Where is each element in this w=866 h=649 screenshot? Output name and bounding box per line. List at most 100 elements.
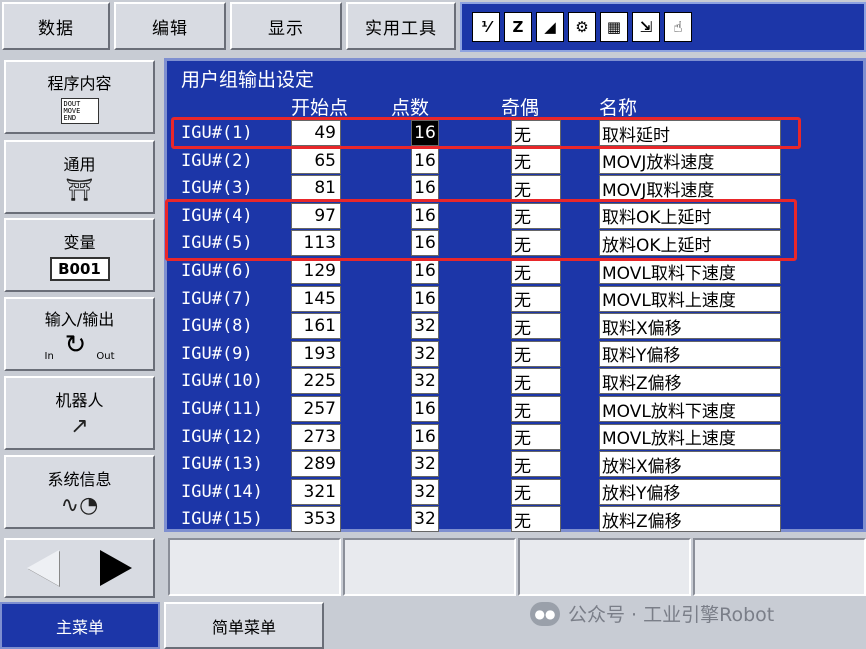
points-field[interactable]: 16: [411, 147, 439, 174]
menu-edit[interactable]: 编辑: [114, 2, 226, 50]
start-point-field[interactable]: 257: [291, 396, 341, 422]
top-menu-bar: 数据 编辑 显示 实用工具 ⅟ Z ◢ ⚙ ▦ ⇲ ☝: [0, 0, 866, 56]
menu-data[interactable]: 数据: [2, 2, 110, 50]
table-row: IGU#(8) 161 32 无 取料X偏移: [167, 313, 866, 340]
name-field[interactable]: 放料OK上延时: [599, 230, 781, 257]
table-row: IGU#(5) 113 16 无 放料OK上延时: [167, 230, 866, 257]
start-point-field[interactable]: 161: [291, 313, 341, 340]
row-id: IGU#(6): [181, 261, 253, 281]
points-field[interactable]: 16: [411, 258, 439, 284]
start-point-field[interactable]: 289: [291, 451, 341, 478]
general-button[interactable]: 通用 ⛩: [4, 140, 155, 214]
row-id: IGU#(14): [181, 481, 263, 502]
name-field[interactable]: 取料X偏移: [599, 313, 781, 340]
points-field[interactable]: 32: [411, 478, 439, 505]
name-field[interactable]: MOVJ取料速度: [599, 175, 781, 202]
start-point-field[interactable]: 97: [291, 202, 341, 229]
start-point-field[interactable]: 145: [291, 285, 341, 312]
name-field[interactable]: MOVL放料下速度: [599, 396, 781, 422]
name-field[interactable]: 取料Y偏移: [599, 340, 781, 367]
start-point-field[interactable]: 225: [291, 368, 341, 395]
variable-button[interactable]: 变量 B001: [4, 218, 155, 292]
table-row: IGU#(7) 145 16 无 MOVL取料上速度: [167, 285, 866, 313]
watermark-text: 公众号 · 工业引擎Robot: [568, 604, 775, 626]
points-field[interactable]: 32: [411, 451, 439, 478]
table-row: IGU#(13) 289 32 无 放料X偏移: [167, 451, 866, 478]
points-field[interactable]: 16: [411, 230, 439, 257]
program-document-icon: DOUT MOVE END: [60, 98, 99, 124]
main-menu-tab[interactable]: 主菜单: [0, 602, 160, 649]
table-row: IGU#(10) 225 32 无 取料Z偏移: [167, 368, 866, 395]
gears-icon: ⚙: [568, 12, 596, 42]
points-field[interactable]: 32: [411, 313, 439, 340]
parity-field[interactable]: 无: [511, 396, 561, 422]
points-field[interactable]: 16: [411, 396, 439, 422]
parity-field[interactable]: 无: [511, 423, 561, 450]
start-point-field[interactable]: 113: [291, 230, 341, 257]
points-field[interactable]: 32: [411, 340, 439, 367]
row-id: IGU#(4): [181, 205, 253, 226]
screen-arrow-icon: ⇲: [632, 12, 660, 42]
message-cell: [343, 538, 516, 596]
row-id: IGU#(1): [181, 123, 253, 143]
name-field[interactable]: 取料Z偏移: [599, 368, 781, 395]
table-row: IGU#(4) 97 16 无 取料OK上延时: [167, 202, 866, 230]
parity-field[interactable]: 无: [511, 175, 561, 202]
row-id: IGU#(12): [181, 426, 263, 447]
start-point-field[interactable]: 129: [291, 258, 341, 284]
system-info-button[interactable]: 系统信息 ∿◔: [4, 455, 155, 529]
menu-display[interactable]: 显示: [230, 2, 342, 50]
wechat-icon: ●●: [530, 601, 560, 626]
prev-page-icon[interactable]: [26, 550, 59, 586]
program-content-button[interactable]: 程序内容 DOUT MOVE END: [4, 60, 155, 134]
parity-field[interactable]: 无: [511, 478, 561, 505]
points-field[interactable]: 16: [411, 423, 439, 450]
parity-field[interactable]: 无: [511, 230, 561, 257]
simple-menu-tab[interactable]: 简单菜单: [164, 602, 324, 649]
start-point-field[interactable]: 65: [291, 147, 341, 174]
io-label: 输入/输出: [44, 310, 115, 329]
io-button[interactable]: 输入/输出 In ↻ Out: [4, 297, 155, 371]
start-point-field[interactable]: 81: [291, 175, 341, 202]
cycle-1-2-icon: ⅟: [472, 12, 500, 42]
system-info-label: 系统信息: [47, 470, 112, 489]
robot-button[interactable]: 机器人 ↗: [4, 376, 155, 450]
teach-pendant-screen: 数据 编辑 显示 实用工具 ⅟ Z ◢ ⚙ ▦ ⇲ ☝ 程序内容 DOUT MOVE END 通…: [0, 0, 866, 649]
name-field[interactable]: 放料Y偏移: [599, 478, 781, 505]
parity-field[interactable]: 无: [511, 258, 561, 284]
parity-field[interactable]: 无: [511, 285, 561, 312]
parity-field[interactable]: 无: [511, 202, 561, 229]
parity-field[interactable]: 无: [511, 368, 561, 395]
row-id: IGU#(7): [181, 288, 253, 309]
program-content-label: 程序内容: [47, 74, 112, 93]
name-field[interactable]: MOVL取料下速度: [599, 258, 781, 284]
start-point-field[interactable]: 321: [291, 478, 341, 505]
parity-field[interactable]: 无: [511, 313, 561, 340]
name-field[interactable]: MOVJ放料速度: [599, 147, 781, 174]
row-id: IGU#(11): [181, 399, 263, 419]
name-field[interactable]: MOVL放料上速度: [599, 423, 781, 450]
menu-utility[interactable]: 实用工具: [346, 2, 456, 50]
points-field[interactable]: 32: [411, 368, 439, 395]
points-field[interactable]: 16: [411, 175, 439, 202]
name-field[interactable]: 放料Z偏移: [599, 506, 781, 533]
points-field[interactable]: 16: [411, 285, 439, 312]
name-field[interactable]: 取料OK上延时: [599, 202, 781, 229]
parity-field[interactable]: 无: [511, 147, 561, 174]
points-field[interactable]: 16: [411, 120, 439, 146]
general-label: 通用: [63, 155, 96, 174]
start-point-field[interactable]: 49: [291, 120, 341, 146]
start-point-field[interactable]: 353: [291, 506, 341, 533]
name-field[interactable]: 取料延时: [599, 120, 781, 146]
parity-field[interactable]: 无: [511, 506, 561, 533]
start-point-field[interactable]: 273: [291, 423, 341, 450]
parity-field[interactable]: 无: [511, 340, 561, 367]
points-field[interactable]: 16: [411, 202, 439, 229]
start-point-field[interactable]: 193: [291, 340, 341, 367]
parity-field[interactable]: 无: [511, 451, 561, 478]
next-page-icon[interactable]: [100, 550, 133, 586]
parity-field[interactable]: 无: [511, 120, 561, 146]
name-field[interactable]: MOVL取料上速度: [599, 285, 781, 312]
points-field[interactable]: 32: [411, 506, 439, 533]
name-field[interactable]: 放料X偏移: [599, 451, 781, 478]
